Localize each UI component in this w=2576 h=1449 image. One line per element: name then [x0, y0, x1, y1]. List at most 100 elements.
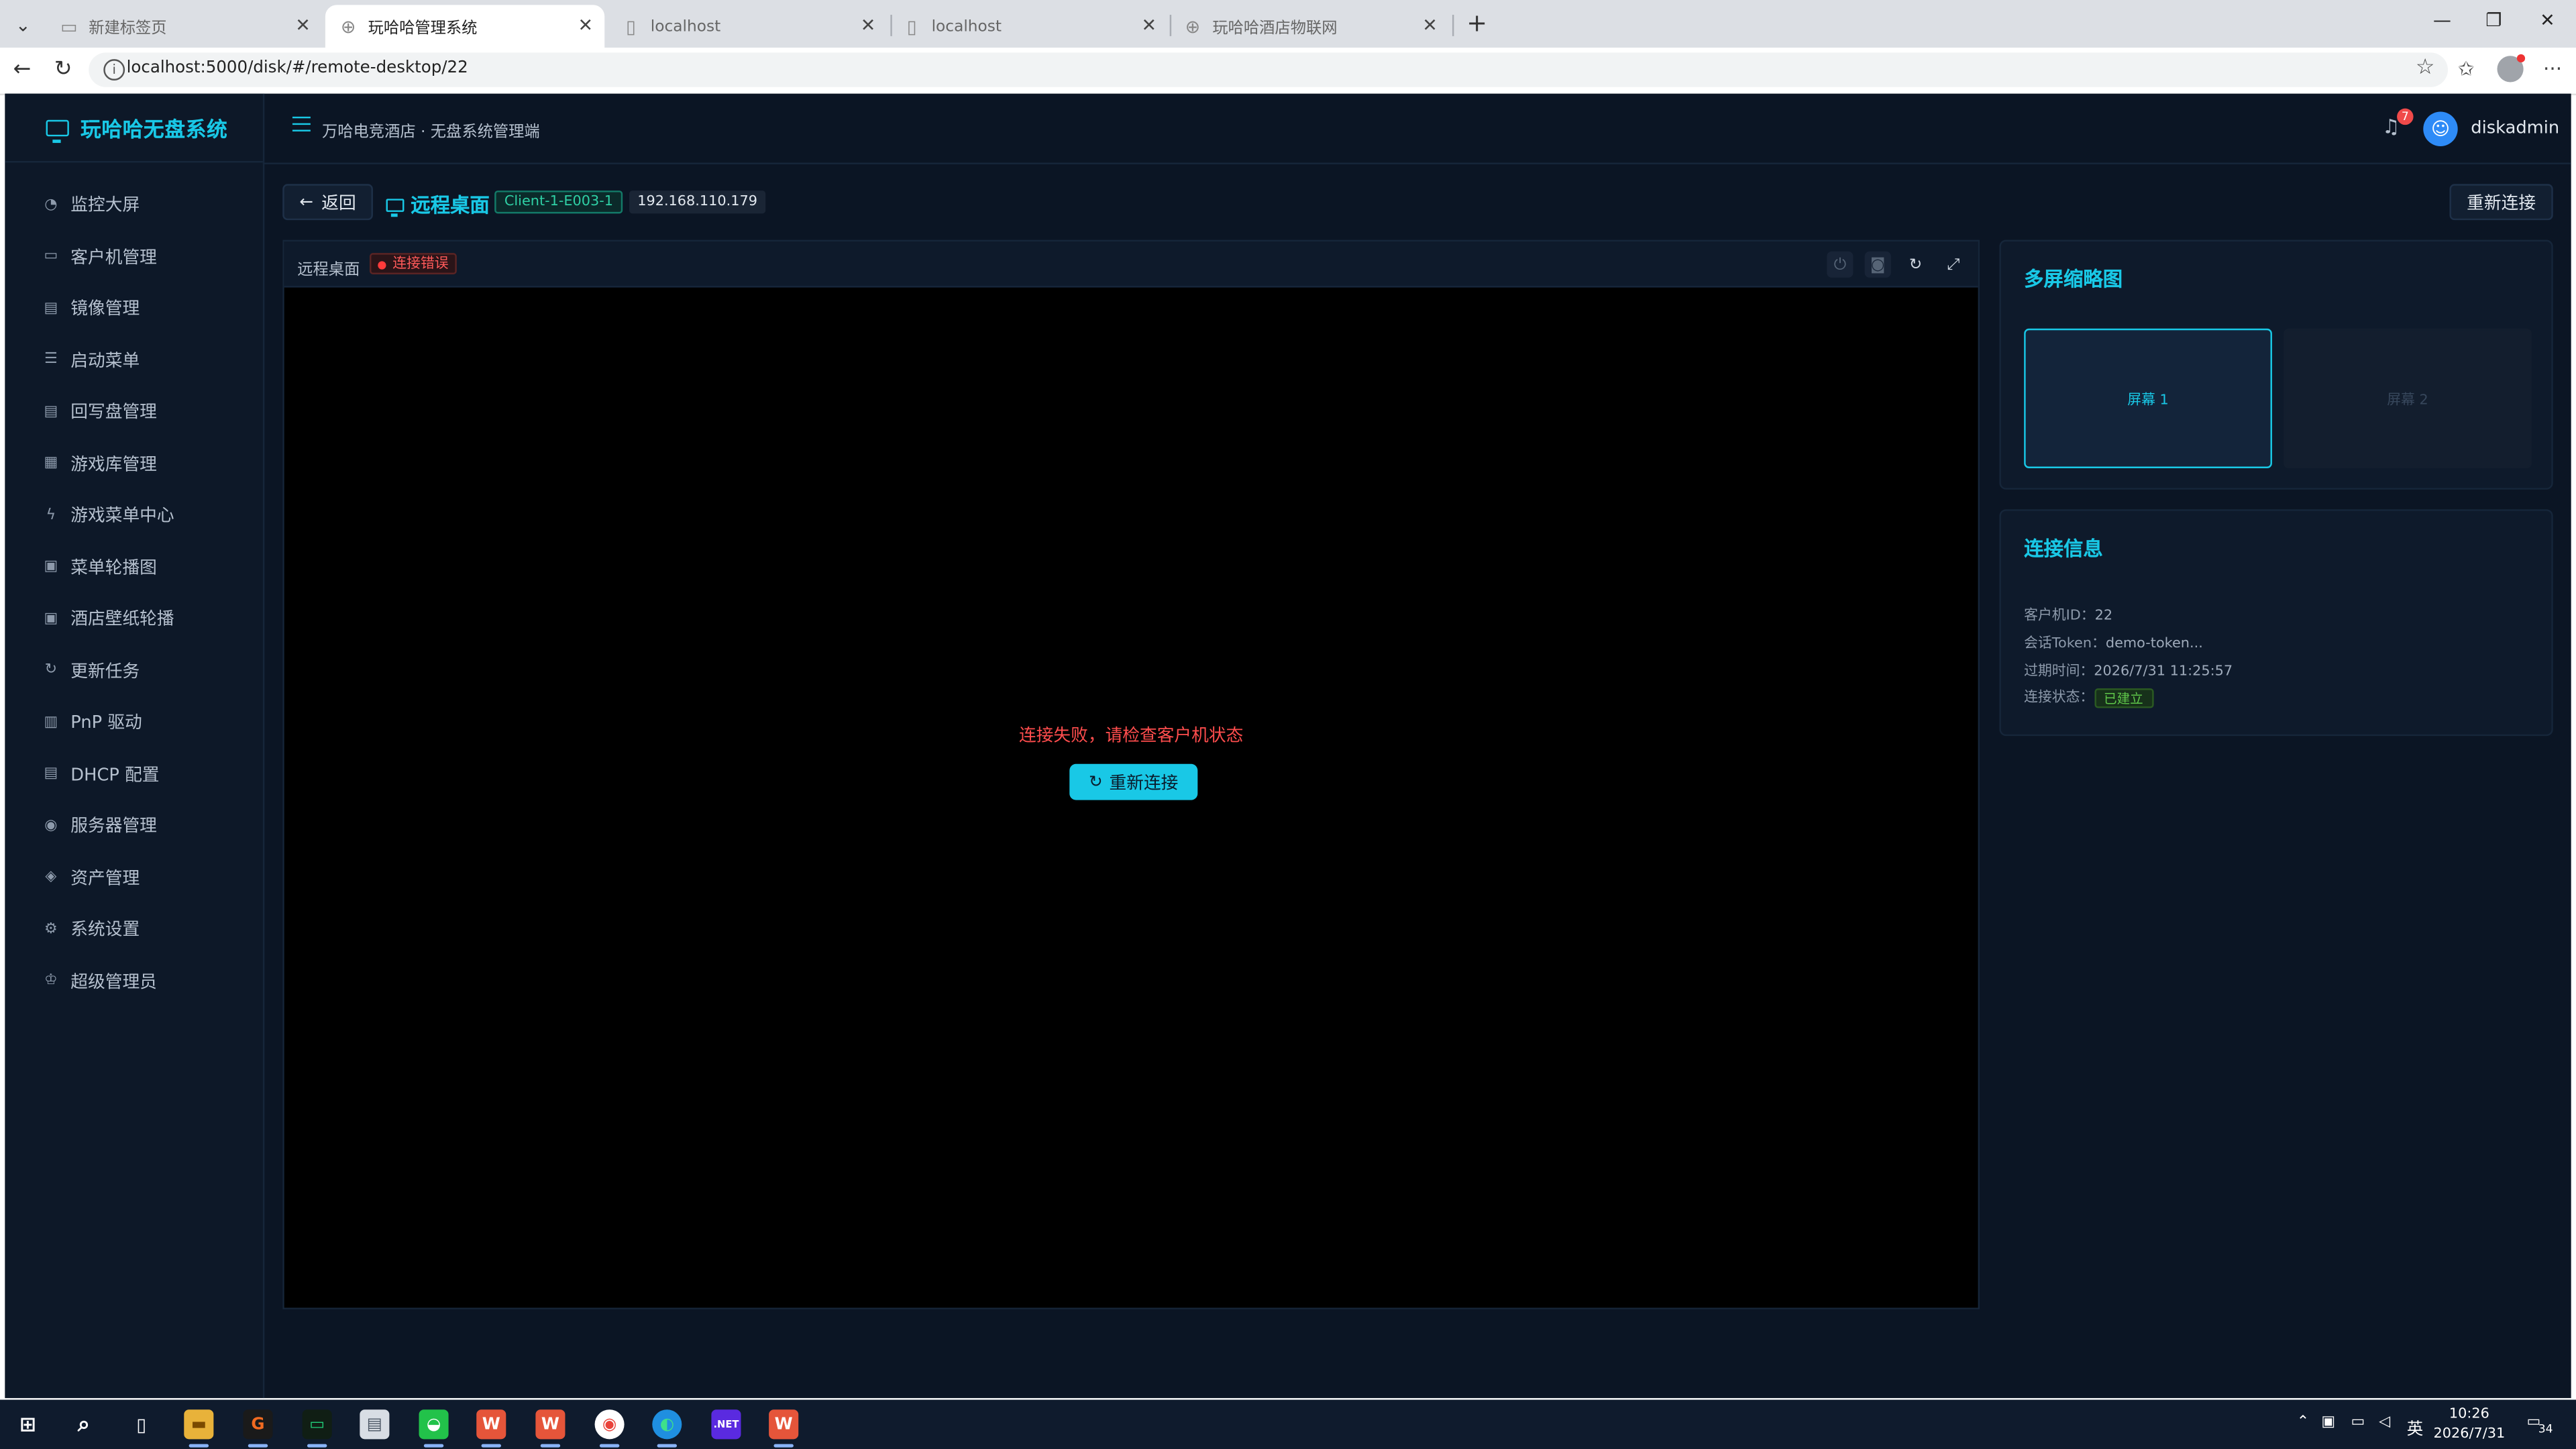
- chrome-icon[interactable]: ◉: [594, 1409, 625, 1448]
- remote-desktop-title: 远程桌面: [297, 261, 360, 280]
- sidebar-item-menu-carousel[interactable]: ▣ 菜单轮播图: [5, 541, 262, 593]
- app-logo[interactable]: 玩哈哈无盘系统: [5, 94, 263, 163]
- taskbar: ⊞ ⌕ ▯ ▬ G ▭ ▤ ◒ W W ◉ ◐ .NET W ⌃ ▣ ▭ ◁ 英…: [0, 1399, 2576, 1449]
- document-icon: ▤: [44, 300, 58, 317]
- page-title: 远程桌面: [386, 191, 490, 219]
- camera-icon[interactable]: ◙: [1864, 251, 1891, 278]
- url-text[interactable]: localhost:5000/disk/#/remote-desktop/22: [127, 59, 468, 77]
- volume-icon[interactable]: ◁: [2379, 1415, 2390, 1431]
- user-avatar[interactable]: ☺: [2423, 111, 2458, 146]
- ime-indicator[interactable]: 英: [2407, 1415, 2423, 1439]
- clock-time: 10:26: [2449, 1406, 2489, 1423]
- sidebar-item-asset-management[interactable]: ◈ 资产管理: [5, 852, 262, 904]
- app-g-icon[interactable]: G: [243, 1409, 273, 1448]
- tray-chevron-up-icon[interactable]: ⌃: [2297, 1415, 2309, 1431]
- terminal-app-icon[interactable]: ▭: [302, 1409, 332, 1448]
- wps-icon[interactable]: W: [769, 1409, 799, 1448]
- bookmark-star-icon[interactable]: ☆: [2416, 56, 2435, 80]
- connection-error-badge: 连接错误: [370, 253, 457, 274]
- document-icon: ▤: [44, 765, 58, 783]
- client-id-label: 客户机ID：: [2024, 608, 2095, 625]
- username[interactable]: diskadmin: [2471, 118, 2559, 138]
- refresh-icon[interactable]: ↻: [1902, 252, 1929, 278]
- grid-icon: ▦: [44, 455, 58, 472]
- sidebar-item-super-admin[interactable]: ♔ 超级管理员: [5, 955, 262, 1007]
- sidebar-item-label: 超级管理员: [70, 972, 157, 992]
- sidebar-item-client-management[interactable]: ▭ 客户机管理: [5, 231, 262, 282]
- menu-collapse-icon[interactable]: [292, 116, 311, 133]
- document-icon: ▤: [44, 403, 58, 421]
- browser-tab[interactable]: ▯ localhost ✕: [608, 5, 887, 48]
- sidebar-item-label: 系统设置: [70, 920, 140, 941]
- browser-tab[interactable]: ▯ localhost ✕: [889, 5, 1168, 48]
- app-root: 玩哈哈无盘系统 ◔ 监控大屏 ▭ 客户机管理 ▤ 镜像管理 ☰ 启动菜单 ▤ 回写盘管理 …: [5, 93, 2571, 1399]
- sidebar-item-boot-menu[interactable]: ☰ 启动菜单: [5, 334, 262, 386]
- sidebar-item-server-management[interactable]: ◉ 服务器管理: [5, 800, 262, 852]
- close-tab-icon[interactable]: ✕: [1422, 15, 1438, 36]
- client-id-row: 客户机ID：22: [2024, 604, 2112, 624]
- reconnect-primary-button[interactable]: ↻ 重新连接: [1069, 763, 1198, 800]
- app-name: 玩哈哈无盘系统: [80, 116, 228, 142]
- sidebar-item-writeback-disk[interactable]: ▤ 回写盘管理: [5, 386, 262, 438]
- close-tab-icon[interactable]: ✕: [578, 15, 594, 36]
- sidebar-item-game-menu-center[interactable]: ϟ 游戏菜单中心: [5, 490, 262, 541]
- fullscreen-icon[interactable]: ⤢: [1940, 252, 1966, 278]
- tray-display-icon[interactable]: ▣: [2321, 1415, 2335, 1431]
- power-icon[interactable]: ⏻: [1827, 251, 1854, 278]
- edge-icon[interactable]: ◐: [652, 1409, 682, 1448]
- file-explorer-icon[interactable]: ▬: [184, 1409, 214, 1448]
- client-id-value: 22: [2094, 608, 2113, 625]
- screen-thumbnail-2[interactable]: 屏幕 2: [2284, 328, 2532, 468]
- sidebar-item-hotel-wallpaper[interactable]: ▣ 酒店壁纸轮播: [5, 593, 262, 645]
- search-icon[interactable]: ⌕: [69, 1409, 99, 1439]
- sidebar-item-label: 启动菜单: [70, 351, 140, 371]
- taskbar-clock[interactable]: 10:26 2026/7/31: [2428, 1405, 2510, 1444]
- client-name-tag: Client-1-E003-1: [494, 191, 623, 214]
- windows-start-icon[interactable]: ⊞: [13, 1409, 43, 1439]
- client-ip-tag: 192.168.110.179: [629, 191, 766, 214]
- close-tab-icon[interactable]: ✕: [861, 15, 876, 36]
- new-tab-icon[interactable]: +: [1462, 8, 1492, 38]
- restore-icon[interactable]: ❐: [2485, 10, 2502, 32]
- notepad-icon[interactable]: ▤: [360, 1409, 390, 1440]
- minimize-icon[interactable]: —: [2433, 10, 2451, 32]
- lightning-icon: ϟ: [46, 507, 56, 524]
- wps-icon[interactable]: W: [535, 1409, 566, 1448]
- reload-icon[interactable]: ↻: [54, 58, 72, 83]
- reconnect-button[interactable]: 重新连接: [2449, 184, 2553, 221]
- sidebar-item-label: 镜像管理: [70, 299, 140, 319]
- task-view-icon[interactable]: ▯: [127, 1409, 156, 1439]
- tab-title: 新建标签页: [89, 19, 167, 38]
- sidebar-item-dhcp-config[interactable]: ▤ DHCP 配置: [5, 749, 262, 800]
- sidebar: 玩哈哈无盘系统 ◔ 监控大屏 ▭ 客户机管理 ▤ 镜像管理 ☰ 启动菜单 ▤ 回写盘管理 …: [5, 93, 265, 1399]
- browser-tab[interactable]: ⊕ 玩哈哈酒店物联网 ✕: [1170, 5, 1449, 48]
- sidebar-item-pnp-driver[interactable]: ▥ PnP 驱动: [5, 696, 262, 748]
- wechat-icon[interactable]: ◒: [419, 1409, 449, 1448]
- sidebar-item-monitor-dashboard[interactable]: ◔ 监控大屏: [5, 179, 262, 231]
- tab-search-icon[interactable]: ⌄: [7, 8, 40, 41]
- browser-tab[interactable]: ▭ 新建标签页 ✕: [46, 5, 322, 48]
- network-icon[interactable]: ▭: [2351, 1415, 2365, 1431]
- sidebar-item-update-tasks[interactable]: ↻ 更新任务: [5, 645, 262, 696]
- close-tab-icon[interactable]: ✕: [295, 15, 311, 36]
- eye-icon: ◉: [44, 817, 58, 835]
- back-button[interactable]: ← 返回: [282, 184, 373, 221]
- sidebar-item-game-library[interactable]: ▦ 游戏库管理: [5, 438, 262, 490]
- site-info-icon[interactable]: i: [103, 59, 125, 81]
- sidebar-item-label: DHCP 配置: [70, 765, 160, 786]
- favorites-icon[interactable]: ✩: [2458, 58, 2475, 80]
- sidebar-item-image-management[interactable]: ▤ 镜像管理: [5, 282, 262, 334]
- connection-status-label: 连接状态：: [2024, 690, 2094, 707]
- url-field[interactable]: i localhost:5000/disk/#/remote-desktop/2…: [89, 52, 2449, 87]
- sidebar-item-label: 服务器管理: [70, 816, 157, 837]
- picture-icon: ▣: [44, 610, 58, 627]
- sidebar-item-system-settings[interactable]: ⚙ 系统设置: [5, 904, 262, 955]
- screen-thumbnail-1[interactable]: 屏幕 1: [2024, 328, 2272, 468]
- browser-tab-active[interactable]: ⊕ 玩哈哈管理系统 ✕: [325, 5, 605, 48]
- close-window-icon[interactable]: ✕: [2540, 10, 2555, 32]
- back-arrow-icon[interactable]: ←: [13, 58, 32, 83]
- close-tab-icon[interactable]: ✕: [1142, 15, 1157, 36]
- more-menu-icon[interactable]: ···: [2543, 58, 2562, 80]
- wps-icon[interactable]: W: [476, 1409, 506, 1448]
- dotnet-icon[interactable]: .NET: [711, 1409, 741, 1440]
